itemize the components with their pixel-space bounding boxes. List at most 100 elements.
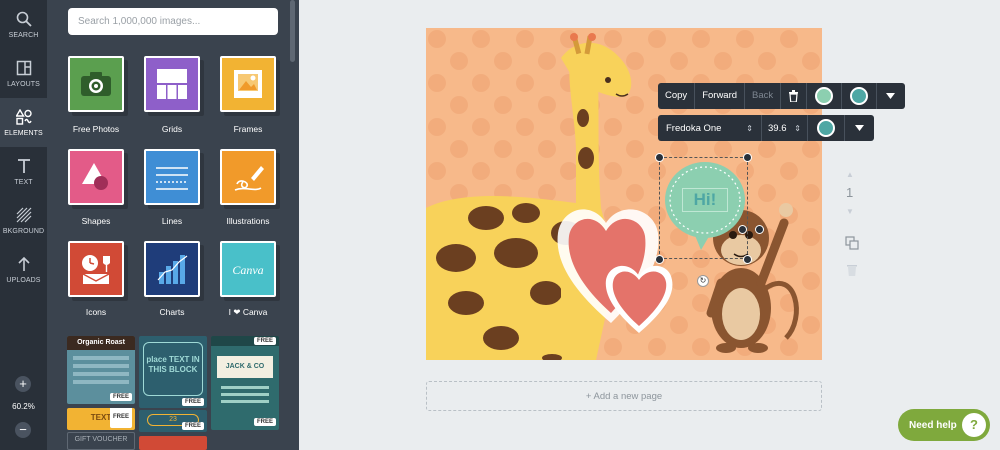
rail-label: UPLOADS bbox=[6, 276, 41, 284]
selection-box bbox=[659, 157, 748, 259]
template-organic-roast[interactable]: Organic Roast FREE bbox=[67, 336, 135, 404]
help-label: Need help bbox=[909, 419, 957, 431]
text-toolbar: Fredoka One ⇕ 39.6 ⇕ bbox=[658, 115, 874, 141]
template-title: JACK & CO bbox=[217, 356, 273, 378]
resize-handle[interactable] bbox=[738, 225, 747, 234]
background-icon bbox=[16, 207, 31, 222]
font-size-select[interactable]: 39.6 ⇕ bbox=[762, 115, 808, 141]
free-badge: FREE bbox=[253, 418, 276, 426]
tile-label: Shapes bbox=[81, 216, 111, 226]
search-input[interactable] bbox=[68, 8, 278, 35]
layouts-icon bbox=[16, 60, 31, 75]
font-name: Fredoka One bbox=[666, 122, 722, 134]
tile-free-photos[interactable] bbox=[68, 56, 124, 112]
zoom-level: 60.2% bbox=[12, 402, 35, 411]
template-title: TEXT bbox=[90, 413, 112, 422]
upload-icon bbox=[17, 256, 30, 271]
rail-label: SEARCH bbox=[8, 31, 39, 39]
resize-handle[interactable] bbox=[655, 153, 664, 162]
tile-icons[interactable] bbox=[68, 241, 124, 297]
copy-button[interactable]: Copy bbox=[658, 83, 696, 109]
free-badge: FREE bbox=[253, 337, 276, 345]
tile-i-love-canva[interactable]: Canva bbox=[220, 241, 276, 297]
rail-label: BKGROUND bbox=[2, 227, 45, 235]
rail-background[interactable]: BKGROUND bbox=[0, 196, 47, 245]
left-rail: SEARCH LAYOUTS ELEMENTS TEXT BKGROUND UP… bbox=[0, 0, 47, 450]
template-title: GIFT VOUCHER bbox=[74, 436, 128, 443]
tile-grids[interactable] bbox=[144, 56, 200, 112]
zoom-in-button[interactable]: + bbox=[15, 376, 31, 392]
tile-shapes[interactable] bbox=[68, 149, 124, 205]
pencil-icon bbox=[234, 166, 264, 191]
swatch-circle bbox=[815, 87, 834, 105]
tile-label: I ❤ Canva bbox=[228, 307, 268, 317]
font-size: 39.6 bbox=[768, 122, 787, 134]
template-jack-co[interactable]: JACK & CO FREE FREE bbox=[211, 336, 279, 430]
question-icon: ? bbox=[962, 413, 986, 437]
rail-layouts[interactable]: LAYOUTS bbox=[0, 49, 47, 98]
rail-elements[interactable]: ELEMENTS bbox=[0, 98, 47, 147]
camera-icon bbox=[81, 72, 111, 96]
resize-handle[interactable] bbox=[755, 225, 764, 234]
page-number: 1 bbox=[846, 185, 854, 200]
forward-button[interactable]: Forward bbox=[695, 83, 746, 109]
template-red[interactable] bbox=[139, 436, 207, 450]
resize-handle[interactable] bbox=[743, 153, 752, 162]
template-text-yellow[interactable]: TEXT FREE bbox=[67, 408, 135, 430]
bar-chart-icon bbox=[157, 255, 188, 284]
tile-charts[interactable] bbox=[144, 241, 200, 297]
grid-icon bbox=[157, 69, 187, 99]
font-select[interactable]: Fredoka One ⇕ bbox=[658, 115, 762, 141]
color-swatch-2[interactable] bbox=[842, 83, 878, 109]
caret-down-icon bbox=[885, 93, 895, 99]
add-page-button[interactable]: + Add a new page bbox=[426, 381, 822, 411]
swatch-circle bbox=[817, 119, 835, 137]
tile-label: Icons bbox=[85, 307, 107, 317]
need-help-button[interactable]: Need help ? bbox=[898, 409, 990, 441]
tile-label: Grids bbox=[161, 124, 183, 134]
element-toolbar: Copy Forward Back bbox=[658, 83, 905, 109]
zoom-out-button[interactable]: − bbox=[15, 422, 31, 438]
back-button[interactable]: Back bbox=[745, 83, 782, 109]
template-number[interactable]: 23 FREE bbox=[139, 410, 207, 432]
duplicate-page-icon[interactable] bbox=[845, 236, 859, 250]
panel-scrollbar[interactable] bbox=[290, 0, 295, 62]
tile-label: Free Photos bbox=[72, 124, 120, 134]
text-color-swatch[interactable] bbox=[808, 115, 845, 141]
tile-label: Illustrations bbox=[226, 216, 270, 226]
page-down-icon[interactable]: ▼ bbox=[846, 207, 854, 216]
tile-illustrations[interactable] bbox=[220, 149, 276, 205]
rail-search[interactable]: SEARCH bbox=[0, 0, 47, 49]
swatch-circle bbox=[850, 87, 869, 105]
color-swatch-1[interactable] bbox=[807, 83, 843, 109]
design-page[interactable]: Hi! bbox=[426, 28, 822, 360]
tile-frames[interactable] bbox=[220, 56, 276, 112]
tile-lines[interactable] bbox=[144, 149, 200, 205]
template-place-text[interactable]: place TEXT IN THIS BLOCK FREE bbox=[139, 336, 207, 408]
free-badge: FREE bbox=[109, 393, 132, 401]
template-gift-voucher[interactable]: GIFT VOUCHER bbox=[67, 432, 135, 450]
frame-icon bbox=[234, 70, 262, 98]
delete-button[interactable] bbox=[781, 83, 808, 109]
page-up-icon[interactable]: ▲ bbox=[846, 170, 854, 179]
tile-label: Frames bbox=[233, 124, 263, 134]
rail-text[interactable]: TEXT bbox=[0, 147, 47, 196]
canva-logo-icon: Canva bbox=[232, 263, 263, 277]
speech-bubble bbox=[665, 162, 745, 250]
delete-page-icon[interactable] bbox=[845, 263, 859, 277]
shapes-icon bbox=[82, 163, 108, 190]
more-dropdown[interactable] bbox=[877, 83, 903, 109]
free-badge: FREE bbox=[181, 398, 204, 406]
search-icon bbox=[16, 11, 32, 27]
text-more-dropdown[interactable] bbox=[845, 115, 874, 141]
template-title: Organic Roast bbox=[67, 336, 135, 350]
rail-uploads[interactable]: UPLOADS bbox=[0, 245, 47, 294]
rotate-icon[interactable]: ↻ bbox=[697, 275, 709, 287]
stepper-icon: ⇕ bbox=[746, 123, 753, 133]
lines-icon bbox=[156, 167, 188, 190]
free-badge: FREE bbox=[109, 408, 132, 428]
resize-handle[interactable] bbox=[743, 255, 752, 264]
resize-handle[interactable] bbox=[655, 255, 664, 264]
tile-label: Charts bbox=[159, 307, 185, 317]
svg-text:Canva: Canva bbox=[232, 263, 263, 277]
